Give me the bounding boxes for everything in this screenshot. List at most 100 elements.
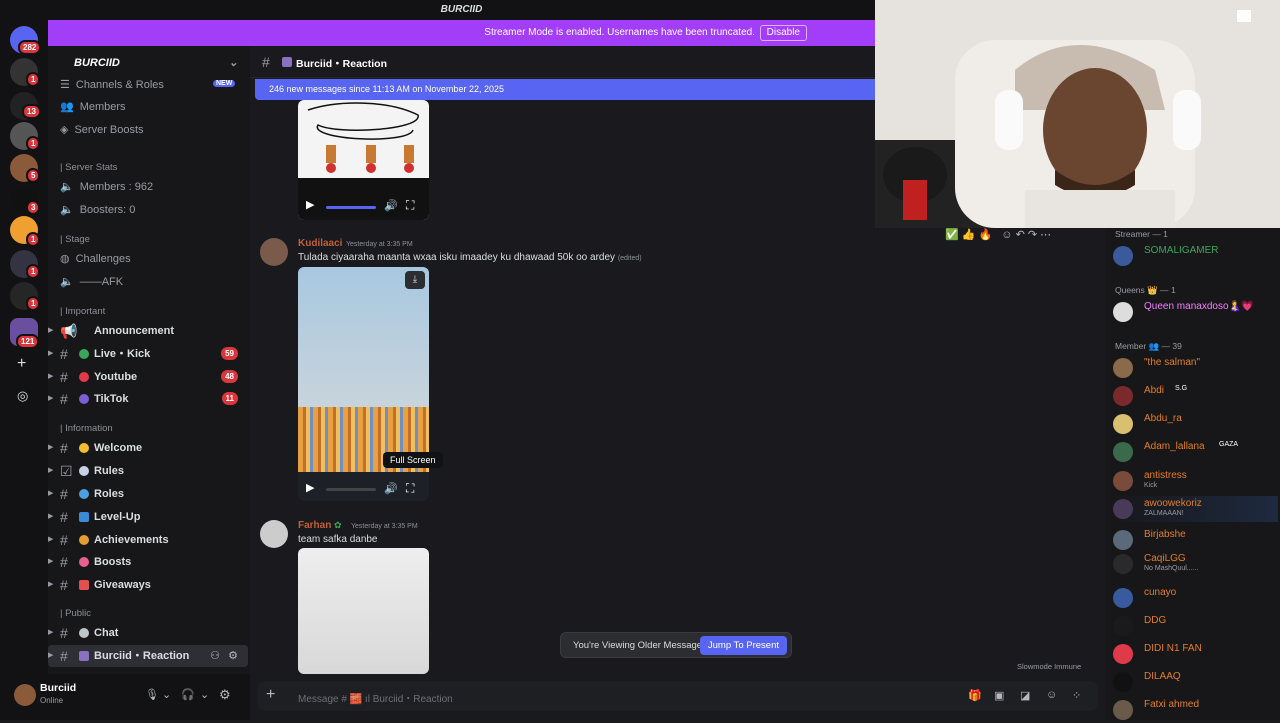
member-item[interactable]: awoowekoriz ZALMAAAN! bbox=[1113, 496, 1278, 522]
channel-challenges[interactable]: ◍ Challenges bbox=[60, 250, 131, 268]
progress-bar[interactable] bbox=[326, 488, 376, 491]
channel-live-kick[interactable]: ▶ # Live・Kick 59 bbox=[48, 343, 248, 365]
speech-bubble-icon bbox=[79, 628, 89, 638]
category-public[interactable]: | Public bbox=[60, 606, 91, 622]
jump-to-present-button[interactable]: Jump To Present bbox=[699, 636, 787, 655]
channel-boosts[interactable]: ▶ # Boosts bbox=[48, 551, 248, 573]
avatar bbox=[1113, 302, 1133, 322]
channel-chat[interactable]: ▶ # Chat bbox=[48, 622, 248, 644]
discover-icon[interactable]: ◎ bbox=[17, 388, 28, 404]
member-item[interactable]: DDG bbox=[1113, 613, 1278, 639]
member-item[interactable]: Abdi S.G bbox=[1113, 383, 1278, 409]
reply-icon[interactable]: ↶ bbox=[1016, 229, 1025, 241]
avatar[interactable] bbox=[14, 684, 36, 706]
add-server-icon[interactable]: + bbox=[17, 355, 26, 373]
message-author[interactable]: Kudilaaci bbox=[298, 238, 342, 249]
message-timestamp: Yesterday at 3:35 PM bbox=[351, 523, 418, 530]
avatar[interactable] bbox=[260, 238, 288, 266]
category-stage[interactable]: | Stage bbox=[60, 232, 90, 248]
avatar[interactable] bbox=[260, 520, 288, 548]
gear-icon[interactable]: ⚙ bbox=[219, 687, 231, 703]
emoji-icon[interactable]: ☺ bbox=[1046, 689, 1057, 701]
member-item[interactable]: DILAAQ bbox=[1113, 669, 1278, 695]
member-item[interactable]: Fatxi ahmed bbox=[1113, 697, 1278, 723]
badge: 1 bbox=[26, 72, 41, 87]
badge: 5 bbox=[26, 168, 41, 183]
message-input[interactable]: + Message # 🧱 ıl Burciid・Reaction 🎁 ▣ ◪ … bbox=[258, 681, 1098, 711]
emoji-icon[interactable]: ☺ bbox=[1001, 229, 1012, 241]
avatar bbox=[1113, 442, 1133, 462]
new-messages-bar[interactable]: 246 new messages since 11:13 AM on Novem… bbox=[255, 79, 875, 100]
sidebar-item-channels-roles[interactable]: ☰ Channels & Roles bbox=[60, 76, 164, 94]
chevron-down-icon[interactable]: ⌄ bbox=[162, 688, 171, 701]
channel-giveaways[interactable]: ▶ # Giveaways bbox=[48, 574, 248, 596]
volume-icon[interactable]: 🔊 bbox=[384, 482, 398, 495]
hash-icon: # bbox=[60, 648, 68, 664]
channel-burciid-reaction[interactable]: ▶ # Burciid・Reaction ⚇ ⚙ bbox=[48, 645, 248, 667]
message-timestamp: Yesterday at 3:35 PM bbox=[346, 241, 413, 248]
member-item[interactable]: Birjabshe bbox=[1113, 527, 1278, 553]
guild-header[interactable]: BURCIID ⌄ bbox=[48, 52, 250, 74]
sidebar-item-boosts[interactable]: ◈ Server Boosts bbox=[60, 121, 144, 139]
fullscreen-icon[interactable]: ⛶ bbox=[406, 198, 414, 213]
channel-level-up[interactable]: ▶ # Level-Up bbox=[48, 506, 248, 528]
member-item[interactable]: Adam_lallana GAZA bbox=[1113, 439, 1278, 465]
download-icon[interactable]: ⤓ bbox=[405, 271, 425, 289]
headphones-icon[interactable]: 🎧 bbox=[181, 688, 195, 701]
window-title: BURCIID bbox=[48, 0, 875, 20]
chevron-down-icon[interactable]: ⌄ bbox=[200, 688, 209, 701]
category-information[interactable]: | Information bbox=[60, 421, 113, 437]
channel-achievements[interactable]: ▶ # Achievements bbox=[48, 529, 248, 551]
member-group-title: Streamer — 1 bbox=[1115, 229, 1168, 239]
gear-icon[interactable]: ⚙ bbox=[228, 645, 238, 667]
category-important[interactable]: | Important bbox=[60, 304, 105, 320]
more-icon[interactable]: ⋯ bbox=[1040, 229, 1051, 241]
add-member-icon[interactable]: ⚇ bbox=[210, 645, 220, 667]
member-item[interactable]: antistress Kick bbox=[1113, 468, 1278, 494]
fire-icon[interactable]: 🔥 bbox=[979, 229, 993, 241]
microphone-icon[interactable]: 🎙 bbox=[145, 688, 159, 701]
stat-boosters[interactable]: 🔈 Boosters: 0 bbox=[60, 201, 135, 219]
member-item[interactable]: CaqiLGG No MashQuul...... bbox=[1113, 551, 1278, 577]
progress-bar[interactable] bbox=[326, 206, 376, 209]
channel-tiktok[interactable]: ▶ # TikTok 11 bbox=[48, 388, 248, 410]
category-server-stats[interactable]: | Server Stats bbox=[60, 160, 117, 176]
play-icon[interactable]: ▶ bbox=[306, 198, 314, 211]
gif-icon[interactable]: ▣ bbox=[994, 689, 1004, 702]
channel-rules[interactable]: ▶ ☑ Rules bbox=[48, 460, 248, 482]
member-item[interactable]: DIDI N1 FAN bbox=[1113, 641, 1278, 667]
arrow-icon: ▶ bbox=[48, 350, 54, 357]
member-item[interactable]: cunayo bbox=[1113, 585, 1278, 611]
hash-icon: # bbox=[60, 440, 68, 456]
member-item[interactable]: Abdu_ra bbox=[1113, 411, 1278, 437]
channel-announcement[interactable]: ▶ 📢 Announcement bbox=[48, 320, 248, 342]
channel-youtube[interactable]: ▶ # Youtube 48 bbox=[48, 366, 248, 388]
channel-welcome[interactable]: ▶ # Welcome bbox=[48, 437, 248, 459]
category-label: | Important bbox=[60, 306, 106, 317]
gift-icon[interactable]: 🎁 bbox=[968, 689, 982, 702]
member-item[interactable]: "the salman" bbox=[1113, 355, 1278, 381]
thumbs-up-icon[interactable]: 👍 bbox=[962, 229, 976, 241]
sidebar-item-members[interactable]: 👥 Members bbox=[60, 98, 126, 116]
member-item[interactable]: SOMALIGAMER bbox=[1113, 243, 1278, 269]
disable-button[interactable]: Disable bbox=[759, 25, 807, 41]
stat-members[interactable]: 🔈 Members : 962 bbox=[60, 178, 153, 196]
member-name: Adam_lallana bbox=[1144, 441, 1205, 452]
member-item[interactable]: Queen manaxdoso🤱💗 bbox=[1113, 299, 1278, 325]
volume-icon[interactable]: 🔊 bbox=[384, 199, 398, 212]
message-author[interactable]: Farhan bbox=[298, 520, 331, 531]
avatar bbox=[1113, 358, 1133, 378]
check-reaction-icon[interactable]: ✅ bbox=[945, 229, 959, 241]
add-attachment-icon[interactable]: + bbox=[266, 686, 275, 704]
channel-afk[interactable]: 🔈 ——AFK bbox=[60, 273, 123, 291]
play-icon[interactable]: ▶ bbox=[306, 481, 314, 494]
video-attachment[interactable] bbox=[298, 548, 429, 674]
fullscreen-icon[interactable]: ⛶ bbox=[406, 481, 414, 496]
arrow-icon: ▶ bbox=[48, 629, 54, 636]
forward-icon[interactable]: ↷ bbox=[1028, 229, 1037, 241]
channel-roles[interactable]: ▶ # Roles bbox=[48, 483, 248, 505]
sticker-icon[interactable]: ◪ bbox=[1020, 689, 1030, 702]
channel-label: Welcome bbox=[94, 442, 143, 454]
video-attachment[interactable]: ▶ 🔊 ⛶ bbox=[298, 100, 429, 220]
apps-icon[interactable]: ⁘ bbox=[1072, 689, 1081, 702]
